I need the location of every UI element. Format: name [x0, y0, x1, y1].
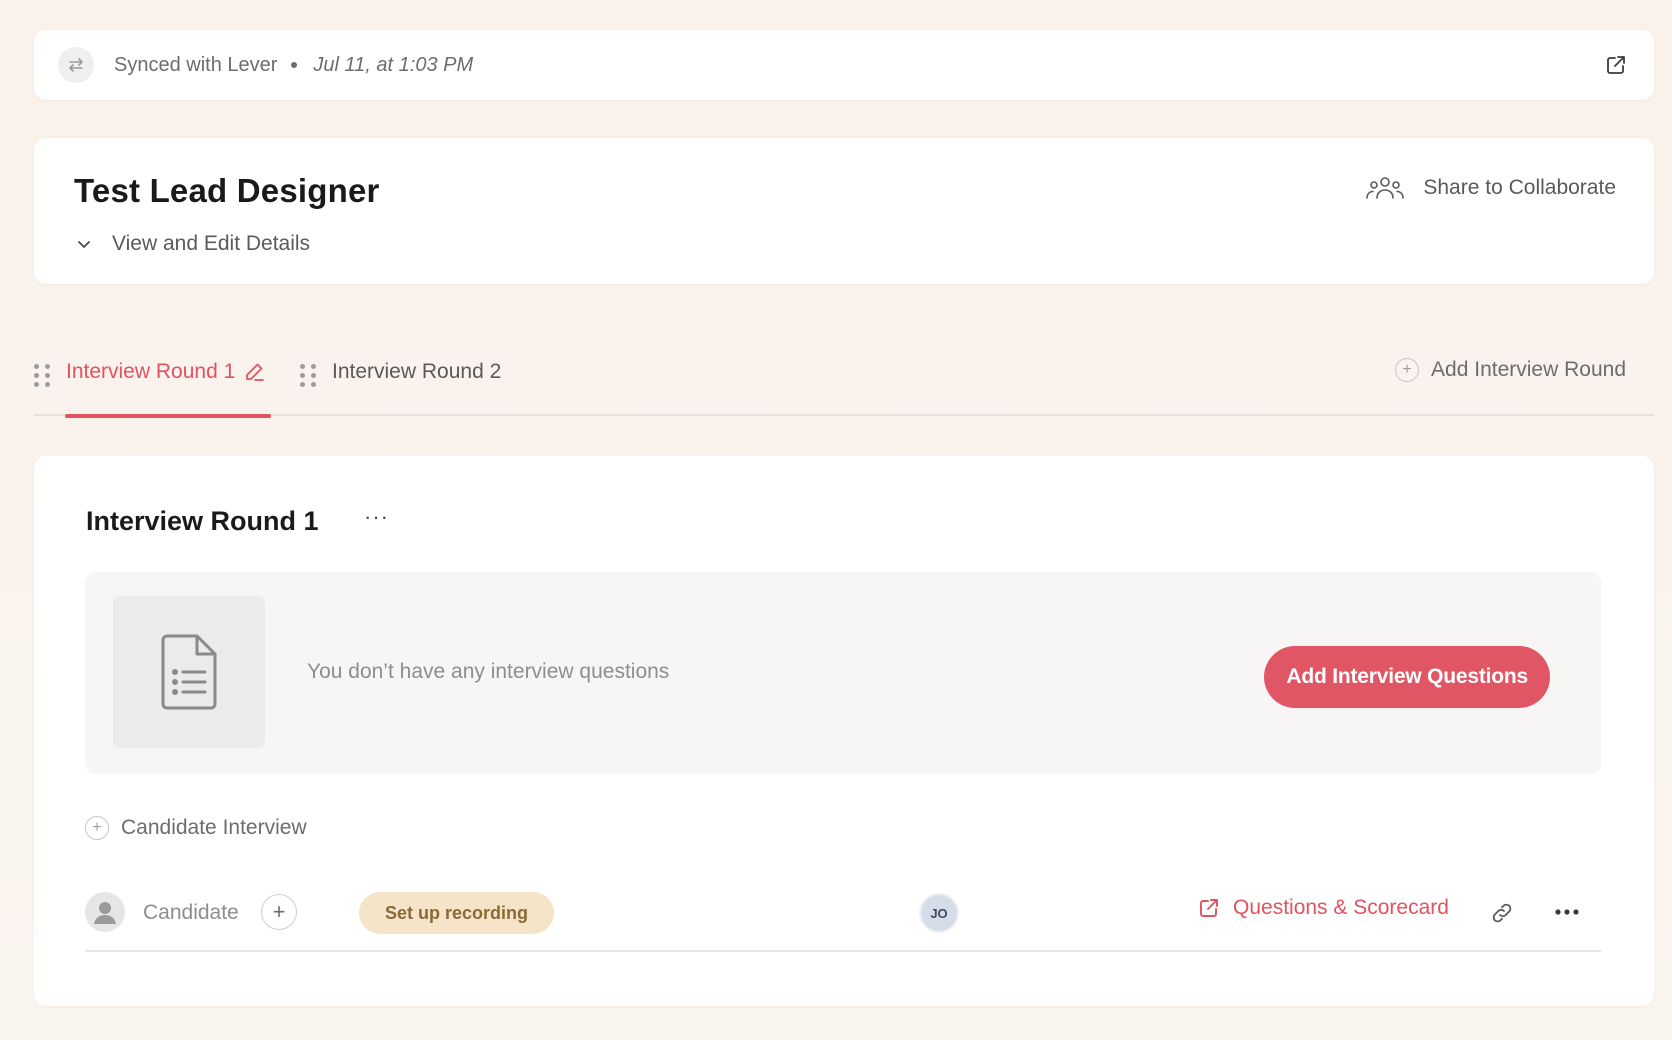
sync-arrows-icon[interactable] [58, 47, 94, 83]
plus-circle-icon: + [85, 816, 109, 840]
sync-timestamp: Jul 11, at 1:03 PM [313, 53, 474, 76]
sync-status-text: Synced with Lever [114, 53, 278, 76]
add-candidate-interview-button[interactable]: + Candidate Interview [85, 816, 307, 840]
document-list-icon [113, 596, 265, 748]
chevron-down-icon [78, 241, 90, 248]
round-title: Interview Round 1 [86, 506, 319, 536]
drag-handle-icon[interactable] [34, 364, 50, 387]
more-options-icon[interactable] [1551, 896, 1583, 928]
sync-status-bar: Synced with Lever Jul 11, at 1:03 PM [34, 30, 1654, 100]
questions-scorecard-link[interactable]: Questions & Scorecard [1197, 896, 1449, 920]
empty-questions-state: You don’t have any interview questions A… [85, 572, 1601, 774]
tab-label: Interview Round 2 [332, 360, 502, 383]
separator-dot [291, 62, 298, 68]
interviewer-avatar[interactable]: JO [919, 893, 959, 933]
share-to-collaborate-button[interactable]: Share to Collaborate [1365, 174, 1616, 202]
share-to-collaborate-label: Share to Collaborate [1423, 176, 1616, 199]
interview-round-tabs: Interview Round 1 Interview Round 2 + Ad… [34, 352, 1654, 418]
view-edit-details-toggle[interactable]: View and Edit Details [74, 232, 1614, 256]
candidate-avatar-icon [85, 892, 125, 932]
copy-link-icon[interactable] [1487, 898, 1517, 928]
questions-scorecard-label: Questions & Scorecard [1233, 896, 1449, 919]
active-tab-indicator [65, 414, 271, 418]
add-interview-round-button[interactable]: + Add Interview Round [1395, 358, 1626, 382]
candidate-interview-row: Candidate + Set up recording JO Question… [85, 876, 1601, 952]
job-header: Test Lead Designer View and Edit Details… [34, 138, 1654, 284]
candidate-label: Candidate [143, 901, 239, 924]
view-edit-details-label: View and Edit Details [112, 232, 311, 255]
candidate-interview-label: Candidate Interview [121, 816, 307, 839]
external-link-icon[interactable] [1602, 51, 1630, 79]
add-candidate-button[interactable]: + [261, 894, 297, 930]
set-up-recording-button[interactable]: Set up recording [359, 892, 555, 934]
round-more-options-icon[interactable]: ··· [364, 504, 389, 530]
drag-handle-icon[interactable] [300, 364, 316, 387]
add-interview-round-label: Add Interview Round [1431, 358, 1626, 381]
users-icon [1366, 177, 1405, 199]
tab-interview-round-2[interactable]: Interview Round 2 [300, 352, 501, 416]
add-interview-questions-button[interactable]: Add Interview Questions [1264, 646, 1550, 708]
external-link-icon [1200, 899, 1218, 917]
tab-label: Interview Round 1 [66, 360, 236, 383]
pencil-edit-icon[interactable] [243, 361, 265, 383]
empty-state-message: You don’t have any interview questions [307, 660, 670, 683]
tab-interview-round-1[interactable]: Interview Round 1 [34, 352, 271, 418]
plus-circle-icon: + [1395, 358, 1420, 382]
interview-round-panel: Interview Round 1 ··· You don’t have any… [34, 456, 1654, 1006]
